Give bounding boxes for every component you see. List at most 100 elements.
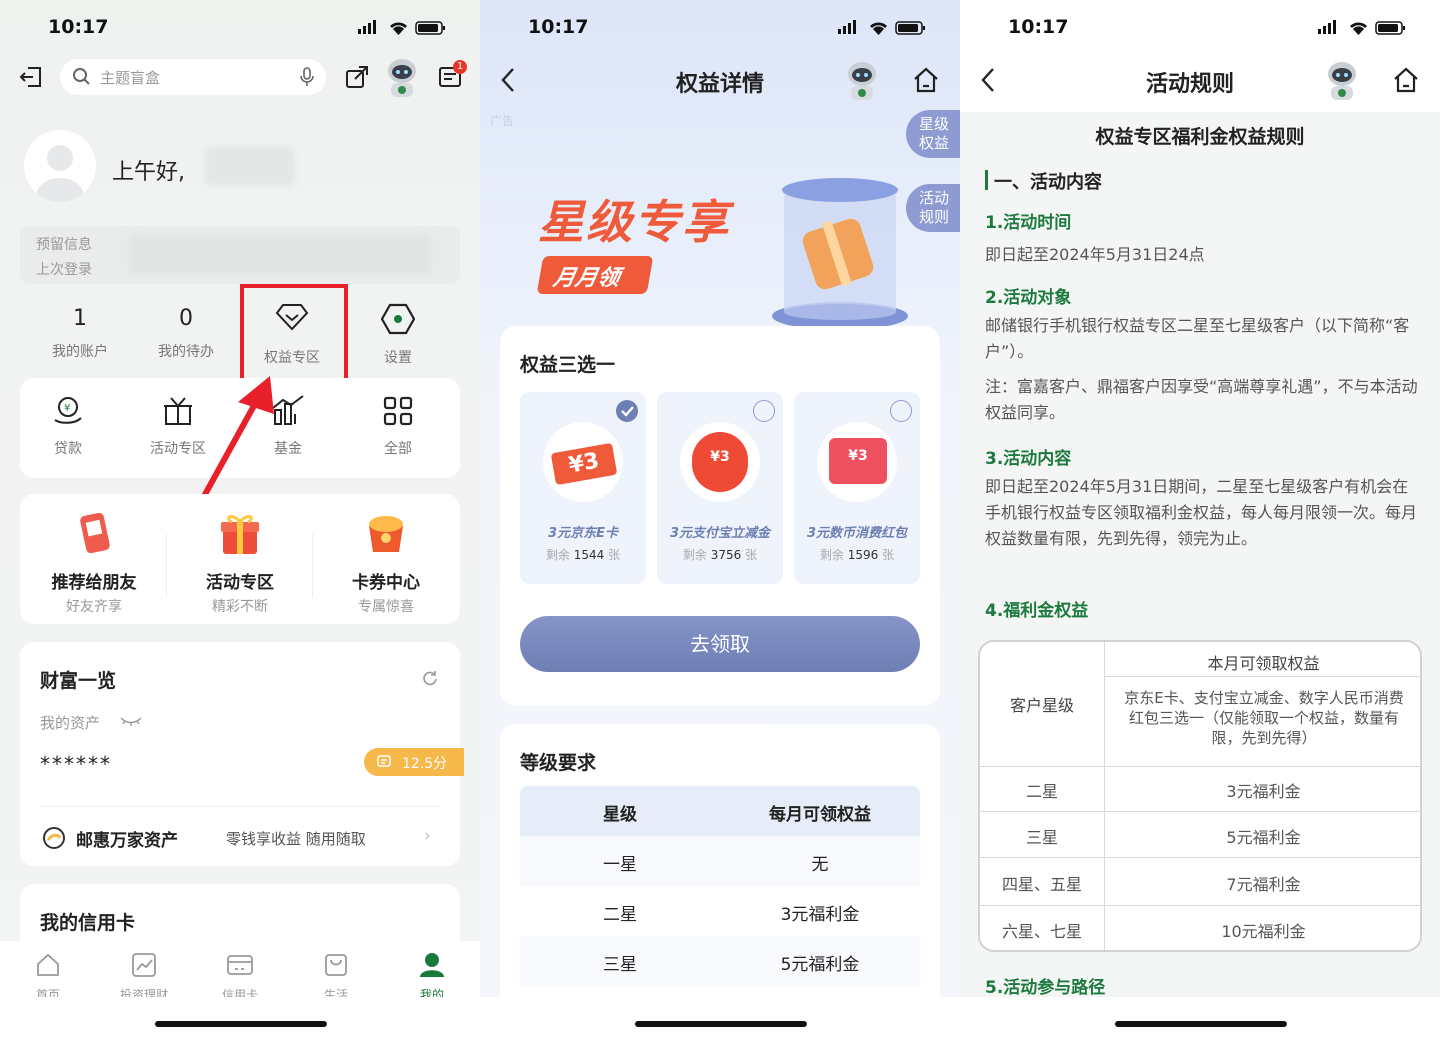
search-input[interactable]: 主题盲盒: [60, 59, 326, 95]
home-icon[interactable]: [1392, 66, 1420, 98]
messages-icon[interactable]: 1: [438, 60, 467, 94]
divider: [166, 534, 167, 598]
tab-home[interactable]: 首页: [18, 952, 78, 1003]
accounts-count: 1: [73, 306, 87, 331]
ad-label: 广告: [490, 114, 515, 128]
note-text: 注：富嘉客户、鼎福客户因享受“高端尊享礼遇”，不与本活动权益同享。: [985, 377, 1418, 422]
alipay-name: 3元支付宝立减金: [669, 526, 771, 541]
coupon-center-title: 卡券中心: [352, 573, 420, 593]
checkbox-checked-icon[interactable]: [616, 400, 638, 422]
tab-investment[interactable]: 投资理财: [108, 952, 180, 1003]
robot-assistant-icon[interactable]: [842, 58, 882, 102]
robot-assistant-icon[interactable]: [1322, 58, 1362, 102]
star-benefits-side-tab[interactable]: 星级权益: [906, 110, 960, 158]
banner-sub-tag: 月月领: [536, 256, 654, 294]
page-title: 权益详情: [675, 72, 764, 97]
activity-promo[interactable]: 活动专区 精彩不断: [180, 508, 300, 616]
my-accounts-stat[interactable]: 1 我的账户: [40, 306, 120, 361]
home-indicator: [1115, 1021, 1287, 1027]
table-cell: 二星: [603, 905, 637, 925]
table-cell: 5元福利金: [780, 955, 860, 975]
grid-icon: [383, 396, 413, 426]
status-bar: 10:17: [0, 14, 480, 42]
jd-remaining: 剩余 1544 张: [520, 546, 646, 563]
star-benefits-tab-label: 星级权益: [918, 115, 949, 152]
alipay-unit: 张: [745, 548, 758, 562]
path-heading: 5.活动参与路径: [985, 978, 1106, 998]
level-table-header: 星级 每月可领权益: [520, 786, 920, 836]
screen-my-account: 10:17 主题盲盒 1 上午好, 预留信息 上次登录 1 我的账户 0 我的待…: [0, 0, 480, 1037]
doc-title: 权益专区福利金权益规则: [1095, 126, 1305, 148]
benefit-heading: 4.福利金权益: [985, 601, 1089, 621]
ecny-remaining: 剩余 1596 张: [794, 546, 920, 563]
refresh-icon[interactable]: [422, 670, 438, 690]
microphone-icon[interactable]: [300, 67, 314, 91]
jd-card-icon: ¥3: [543, 422, 623, 502]
table-cell: 三星: [603, 955, 637, 975]
refer-friend-subtitle: 好友齐享: [66, 599, 122, 615]
jd-unit: 张: [608, 548, 621, 562]
all-label: 全部: [384, 441, 412, 457]
assets-masked-value: ******: [40, 752, 112, 776]
reserved-info-panel: 预留信息 上次登录: [20, 226, 460, 284]
table-cell: 5元福利金: [1226, 828, 1301, 847]
eye-closed-icon[interactable]: [120, 714, 142, 733]
alipay-badge: ¥3: [692, 432, 748, 492]
radio-empty-icon[interactable]: [890, 400, 912, 422]
benefit-option-ecny[interactable]: ¥3 3元数币消费红包 剩余 1596 张: [794, 392, 920, 584]
logout-icon[interactable]: [18, 64, 44, 94]
ecny-name: 3元数币消费红包: [806, 526, 908, 541]
settings-link[interactable]: 设置: [358, 303, 438, 367]
choose-benefit-card: 权益三选一 ¥3 3元京东E卡 剩余 1544 张 ¥3 3元支付宝立减金 剩余…: [500, 326, 940, 706]
todo-label: 我的待办: [158, 344, 214, 360]
tab-credit-card[interactable]: 信用卡: [210, 952, 270, 1003]
share-icon[interactable]: [345, 65, 369, 93]
ecny-remain-prefix: 剩余: [819, 548, 844, 562]
alipay-remaining: 剩余 3756 张: [657, 546, 783, 563]
tab-life[interactable]: 生活: [306, 952, 366, 1003]
gift-jar-illustration: [772, 178, 908, 330]
user-icon: [420, 953, 444, 977]
score-value: 12.5分: [402, 756, 448, 772]
coupon-center-promo[interactable]: 卡券中心 专属惊喜: [326, 508, 446, 616]
benefit-option-alipay[interactable]: ¥3 3元支付宝立减金 剩余 3756 张: [657, 392, 783, 584]
robot-assistant-icon[interactable]: [382, 55, 422, 99]
choose-title: 权益三选一: [520, 354, 616, 376]
banner-sub: 月月领: [551, 266, 622, 291]
rules-table: 客户星级 本月可领取权益 京东E卡、支付宝立减金、数字人民币消费红包三选一（仅能…: [978, 640, 1422, 952]
jd-count: 1544: [573, 548, 605, 562]
svg-text:¥: ¥: [64, 403, 70, 414]
my-assets-label: 我的资产: [40, 714, 101, 732]
activity-promo-title: 活动专区: [206, 573, 274, 593]
activity-promo-subtitle: 精彩不断: [212, 599, 268, 615]
ecny-count: 1596: [847, 548, 879, 562]
refer-friend-promo[interactable]: 推荐给朋友 好友齐享: [34, 508, 154, 616]
avatar[interactable]: [24, 130, 96, 202]
search-placeholder: 主题盲盒: [100, 69, 161, 87]
activity-rules-tab-label: 活动规则: [918, 189, 949, 226]
coupon-center-subtitle: 专属惊喜: [358, 599, 414, 615]
radio-empty-icon[interactable]: [753, 400, 775, 422]
section-marker: [985, 170, 988, 190]
all-services[interactable]: 全部: [362, 394, 434, 458]
status-icons: [358, 20, 448, 40]
score-badge[interactable]: 12.5分: [364, 748, 464, 776]
loan-service[interactable]: ¥ 贷款: [32, 394, 104, 458]
table-cell: 二星: [1025, 782, 1058, 801]
ecny-envelope-icon: ¥3: [817, 422, 897, 502]
benefit-option-jd[interactable]: ¥3 3元京东E卡 剩余 1544 张: [520, 392, 646, 584]
my-todo-stat[interactable]: 0 我的待办: [146, 306, 226, 361]
claim-button[interactable]: 去领取: [520, 616, 920, 672]
tab-mine[interactable]: 我的: [402, 952, 462, 1003]
status-bar: 10:17: [960, 14, 1440, 42]
table-cell: 10元福利金: [1221, 922, 1306, 941]
benefit-description: 京东E卡、支付宝立减金、数字人民币消费红包三选一（仅能领取一个权益，数量有限，先…: [1124, 689, 1404, 747]
table-cell: 一星: [603, 855, 637, 875]
content-heading: 3.活动内容: [985, 449, 1072, 469]
greeting-text: 上午好,: [112, 160, 185, 185]
table-row: 四星、五星 7元福利金: [980, 858, 1420, 906]
wealth-product-row[interactable]: 邮惠万家资产 零钱享收益 随用随取 ›: [40, 820, 440, 854]
header-monthly-benefit: 每月可领权益: [769, 805, 871, 825]
status-icons: [838, 20, 928, 40]
home-icon[interactable]: [912, 66, 940, 98]
